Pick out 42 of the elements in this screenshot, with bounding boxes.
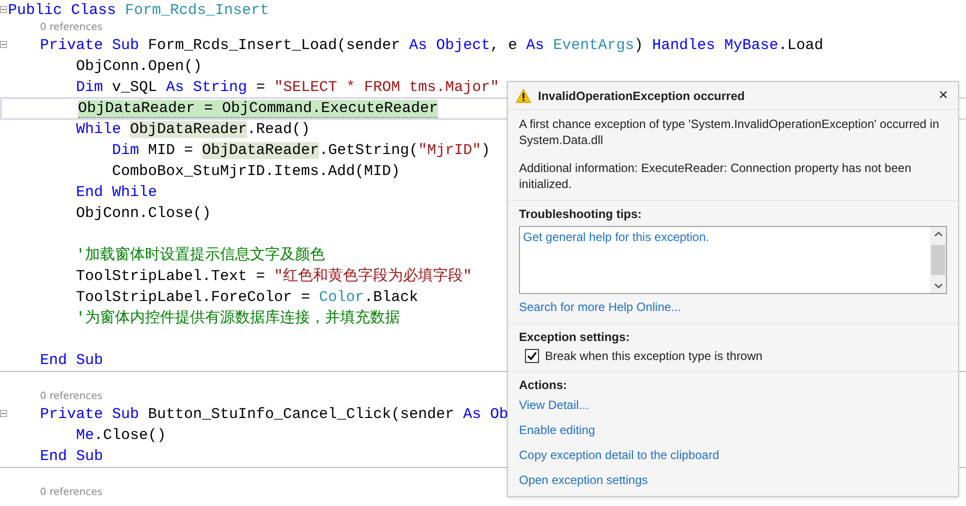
scrollbar[interactable]	[930, 227, 946, 293]
references-count[interactable]: 0 references	[40, 486, 102, 500]
code-line: End Sub	[40, 351, 104, 371]
code-line: Public Class Form_Rcds_Insert	[8, 1, 270, 21]
section-heading: Actions:	[519, 378, 568, 392]
code-line: '为窗体内控件提供有源数据库连接，并填充数据	[76, 308, 400, 329]
code-line: '加载窗体时设置提示信息文字及颜色	[76, 245, 326, 266]
code-line: End Sub	[40, 447, 104, 467]
code-line: Dim MID = ObjDataReader.GetString("MjrID")	[112, 141, 490, 161]
code-line: Private Sub Form_Rcds_Insert_Load(sender As Object, e As EventArgs) Handles MyBase.Load	[40, 36, 824, 56]
warning-icon	[516, 88, 531, 102]
help-online-link[interactable]: Search for more Help Online...	[519, 299, 947, 315]
code-line: ToolStripLabel.Text = "红色和黄色字段为必填字段"	[76, 266, 472, 287]
code-line: Dim v_SQL As String = "SELECT * FROM tms.Major"	[76, 78, 500, 98]
close-button[interactable]: ×	[936, 86, 950, 104]
popup-title: InvalidOperationException occurred	[538, 88, 746, 102]
code-line: ComboBox_StuMjrID.Items.Add(MID)	[112, 162, 400, 182]
checkbox[interactable]	[525, 349, 539, 363]
action-link[interactable]: Enable editing	[519, 422, 947, 438]
collapse-icon[interactable]	[0, 6, 7, 13]
scroll-down-icon[interactable]	[934, 283, 942, 289]
code-line: Private Sub Button_StuInfo_Cancel_Click(sender As Ob	[40, 405, 508, 425]
action-link[interactable]: View Detail...	[519, 397, 947, 413]
exception-message: Additional information: ExecuteReader: Connection property has not been initialized.	[519, 160, 912, 192]
code-line: End While	[76, 183, 158, 203]
action-link[interactable]: Copy exception detail to the clipboard	[519, 447, 947, 463]
code-line: ObjConn.Open()	[76, 57, 202, 77]
collapse-icon[interactable]	[0, 41, 7, 48]
action-link[interactable]: Open exception settings	[519, 472, 947, 488]
code-line: ObjConn.Close()	[76, 204, 212, 224]
references-count[interactable]: 0 references	[40, 390, 102, 404]
code-line: Me.Close()	[76, 426, 166, 446]
section-heading: Exception settings:	[519, 330, 631, 344]
collapse-icon[interactable]	[0, 410, 7, 417]
tip-link[interactable]: Get general help for this exception.	[523, 229, 927, 245]
code-line: While ObjDataReader.Read()	[76, 120, 310, 140]
references-count[interactable]: 0 references	[40, 21, 102, 35]
section-heading: Troubleshooting tips:	[519, 207, 643, 221]
code-line: ToolStripLabel.ForeColor = Color.Black	[76, 288, 418, 308]
exception-message: A first chance exception of type 'System.InvalidOperationException' occurred in System.Data.dll	[519, 116, 940, 148]
checkbox-label[interactable]: Break when this exception type is thrown	[545, 349, 762, 363]
scroll-up-icon[interactable]	[934, 231, 942, 237]
